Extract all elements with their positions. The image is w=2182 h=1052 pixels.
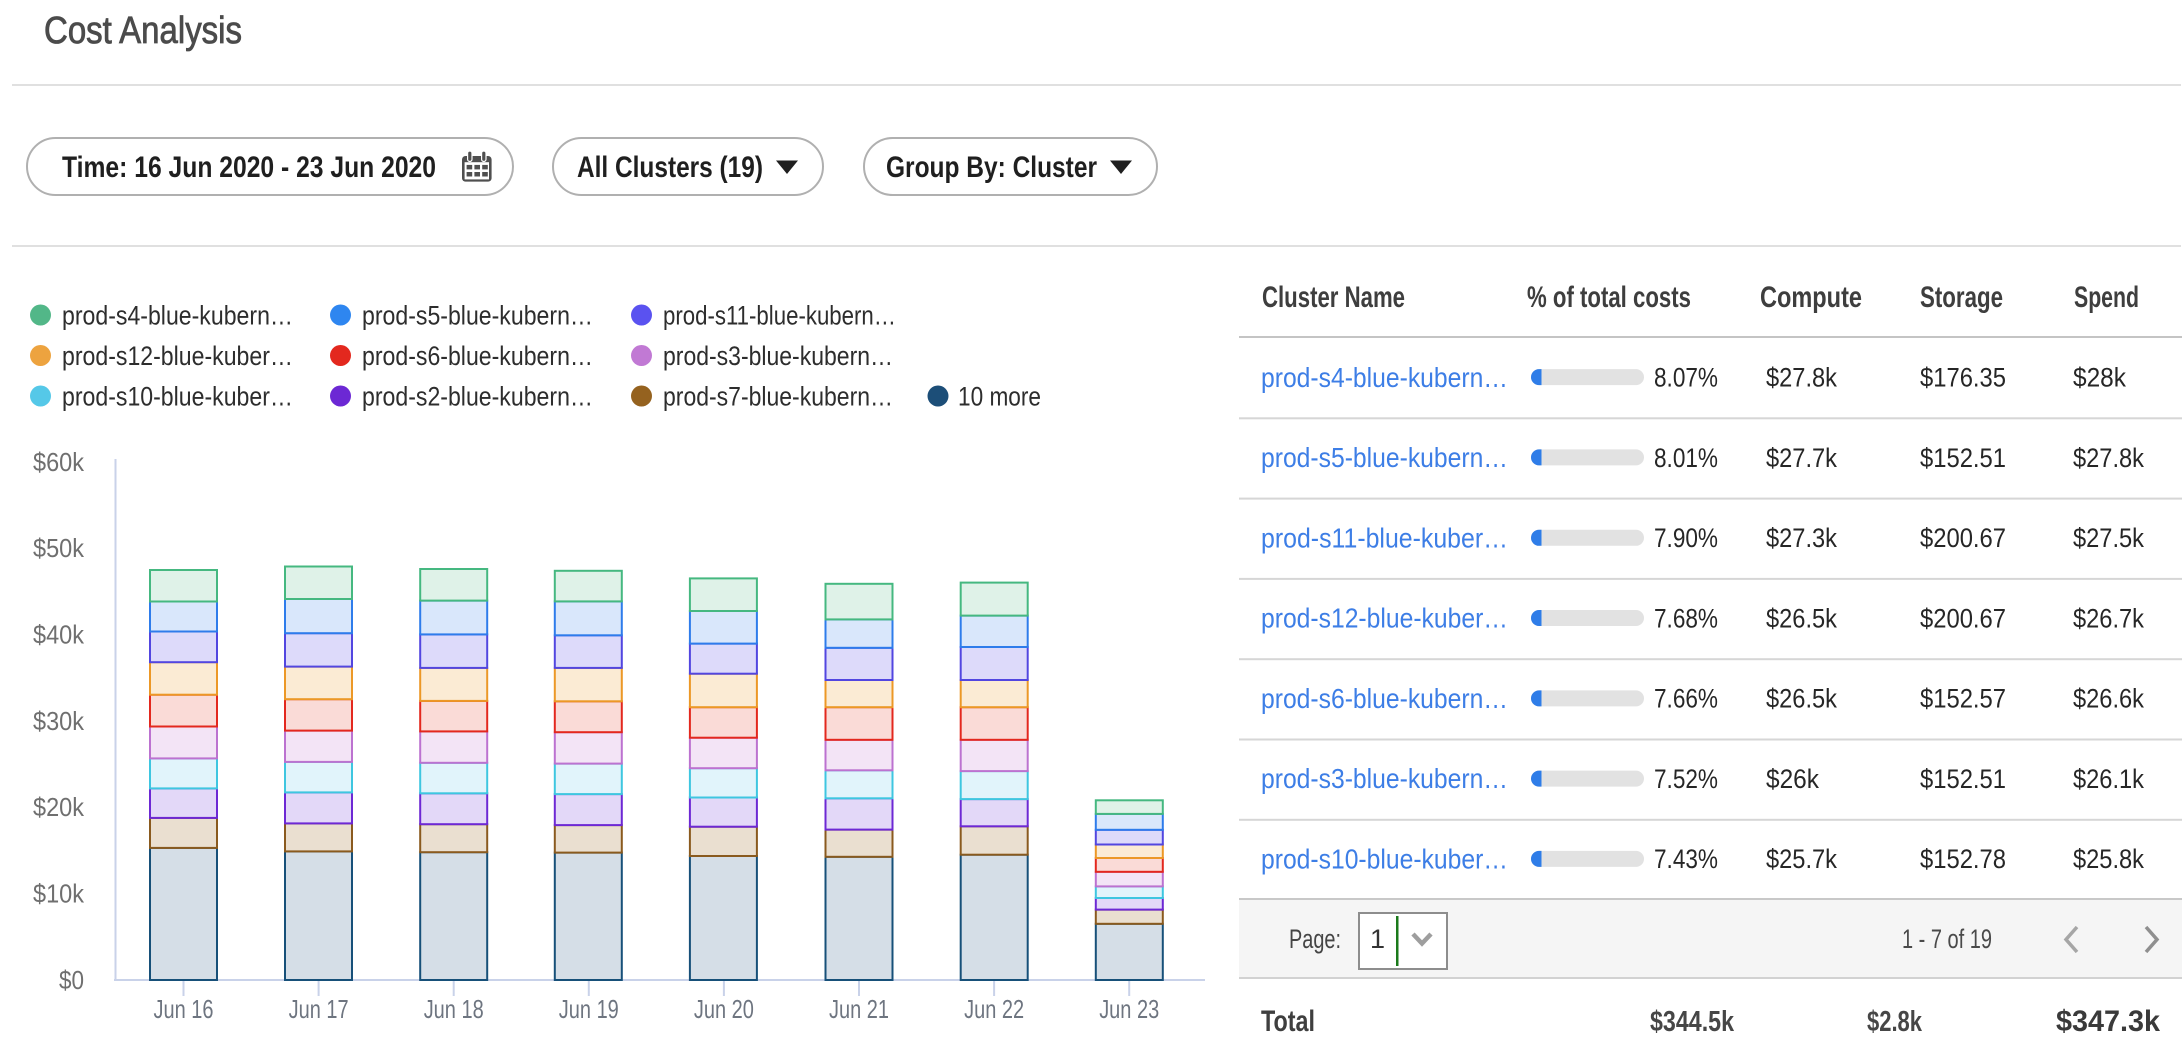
svg-text:$30k: $30k (33, 706, 85, 736)
svg-text:$152.51: $152.51 (1920, 443, 2006, 473)
svg-text:$176.35: $176.35 (1920, 362, 2006, 392)
svg-text:prod-s3-blue-kubern…: prod-s3-blue-kubern… (663, 341, 893, 371)
svg-text:prod-s12-blue-kuber…: prod-s12-blue-kuber… (62, 341, 293, 371)
svg-text:$200.67: $200.67 (1920, 603, 2006, 633)
svg-text:$25.8k: $25.8k (2073, 844, 2144, 874)
svg-text:1 - 7 of 19: 1 - 7 of 19 (1902, 924, 1992, 954)
svg-text:$27.8k: $27.8k (2073, 443, 2144, 473)
svg-text:Total: Total (1261, 1005, 1315, 1038)
svg-text:$200.67: $200.67 (1920, 523, 2006, 553)
svg-text:10 more: 10 more (958, 381, 1041, 411)
svg-text:$26.5k: $26.5k (1766, 603, 1837, 633)
svg-text:7.52%: 7.52% (1654, 764, 1718, 794)
svg-text:Jun 20: Jun 20 (694, 994, 754, 1024)
svg-text:$2.8k: $2.8k (1867, 1006, 1923, 1038)
svg-text:$50k: $50k (33, 533, 85, 563)
svg-text:Time: 16 Jun 2020 - 23 Jun 202: Time: 16 Jun 2020 - 23 Jun 2020 (62, 151, 436, 184)
svg-text:prod-s6-blue-kubern…: prod-s6-blue-kubern… (362, 341, 593, 371)
svg-text:Compute: Compute (1760, 281, 1862, 314)
svg-text:Jun 16: Jun 16 (154, 994, 214, 1024)
svg-text:7.90%: 7.90% (1654, 523, 1718, 553)
svg-text:Spend: Spend (2074, 281, 2139, 314)
svg-text:Jun 17: Jun 17 (289, 994, 349, 1024)
svg-text:$26.6k: $26.6k (2073, 684, 2144, 714)
svg-text:$28k: $28k (2073, 362, 2126, 392)
svg-text:All Clusters (19): All Clusters (19) (577, 151, 763, 184)
svg-text:$152.57: $152.57 (1920, 684, 2006, 714)
svg-text:$26.1k: $26.1k (2073, 764, 2144, 794)
svg-text:% of total costs: % of total costs (1527, 281, 1691, 314)
svg-text:Jun 21: Jun 21 (829, 994, 889, 1024)
svg-text:prod-s6-blue-kubern…: prod-s6-blue-kubern… (1261, 683, 1508, 714)
svg-text:7.43%: 7.43% (1654, 844, 1718, 874)
svg-text:Cluster Name: Cluster Name (1262, 281, 1405, 314)
svg-text:$27.3k: $27.3k (1766, 523, 1837, 553)
svg-text:7.66%: 7.66% (1654, 684, 1718, 714)
svg-text:Jun 23: Jun 23 (1099, 994, 1159, 1024)
svg-text:$26.5k: $26.5k (1766, 684, 1837, 714)
svg-text:$20k: $20k (33, 792, 85, 822)
svg-text:Jun 18: Jun 18 (424, 994, 484, 1024)
svg-text:$10k: $10k (33, 879, 85, 909)
svg-text:prod-s11-blue-kubern…: prod-s11-blue-kubern… (663, 300, 896, 330)
svg-text:prod-s4-blue-kubern…: prod-s4-blue-kubern… (1261, 362, 1508, 393)
svg-text:Storage: Storage (1920, 281, 2003, 314)
svg-text:prod-s3-blue-kubern…: prod-s3-blue-kubern… (1261, 763, 1508, 794)
svg-text:8.07%: 8.07% (1654, 362, 1718, 392)
svg-text:prod-s12-blue-kuber…: prod-s12-blue-kuber… (1261, 603, 1508, 634)
svg-text:8.01%: 8.01% (1654, 443, 1718, 473)
svg-text:prod-s10-blue-kuber…: prod-s10-blue-kuber… (1261, 844, 1508, 875)
svg-text:Jun 19: Jun 19 (559, 994, 619, 1024)
svg-text:prod-s11-blue-kuber…: prod-s11-blue-kuber… (1261, 522, 1508, 553)
svg-text:$152.78: $152.78 (1920, 844, 2006, 874)
svg-text:$40k: $40k (33, 620, 85, 650)
svg-text:Cost Analysis: Cost Analysis (44, 10, 242, 52)
svg-text:Page:: Page: (1289, 924, 1341, 954)
svg-text:$25.7k: $25.7k (1766, 844, 1837, 874)
svg-text:$27.7k: $27.7k (1766, 443, 1837, 473)
svg-text:$26k: $26k (1766, 764, 1819, 794)
svg-text:prod-s2-blue-kubern…: prod-s2-blue-kubern… (362, 381, 593, 411)
svg-text:$27.5k: $27.5k (2073, 523, 2144, 553)
svg-text:$27.8k: $27.8k (1766, 362, 1837, 392)
svg-text:$344.5k: $344.5k (1650, 1006, 1735, 1038)
svg-text:Group By: Cluster: Group By: Cluster (886, 151, 1097, 184)
svg-text:prod-s5-blue-kubern…: prod-s5-blue-kubern… (362, 300, 593, 330)
svg-text:Jun 22: Jun 22 (964, 994, 1024, 1024)
svg-text:$60k: $60k (33, 447, 85, 477)
svg-text:prod-s5-blue-kubern…: prod-s5-blue-kubern… (1261, 442, 1508, 473)
svg-text:$26.7k: $26.7k (2073, 603, 2144, 633)
svg-text:$347.3k: $347.3k (2056, 1005, 2160, 1038)
svg-text:prod-s4-blue-kubern…: prod-s4-blue-kubern… (62, 300, 293, 330)
svg-text:$152.51: $152.51 (1920, 764, 2006, 794)
svg-text:7.68%: 7.68% (1654, 603, 1718, 633)
svg-text:$0: $0 (59, 965, 84, 995)
svg-text:prod-s7-blue-kubern…: prod-s7-blue-kubern… (663, 381, 893, 411)
svg-text:1: 1 (1370, 924, 1385, 954)
svg-text:prod-s10-blue-kuber…: prod-s10-blue-kuber… (62, 381, 293, 411)
